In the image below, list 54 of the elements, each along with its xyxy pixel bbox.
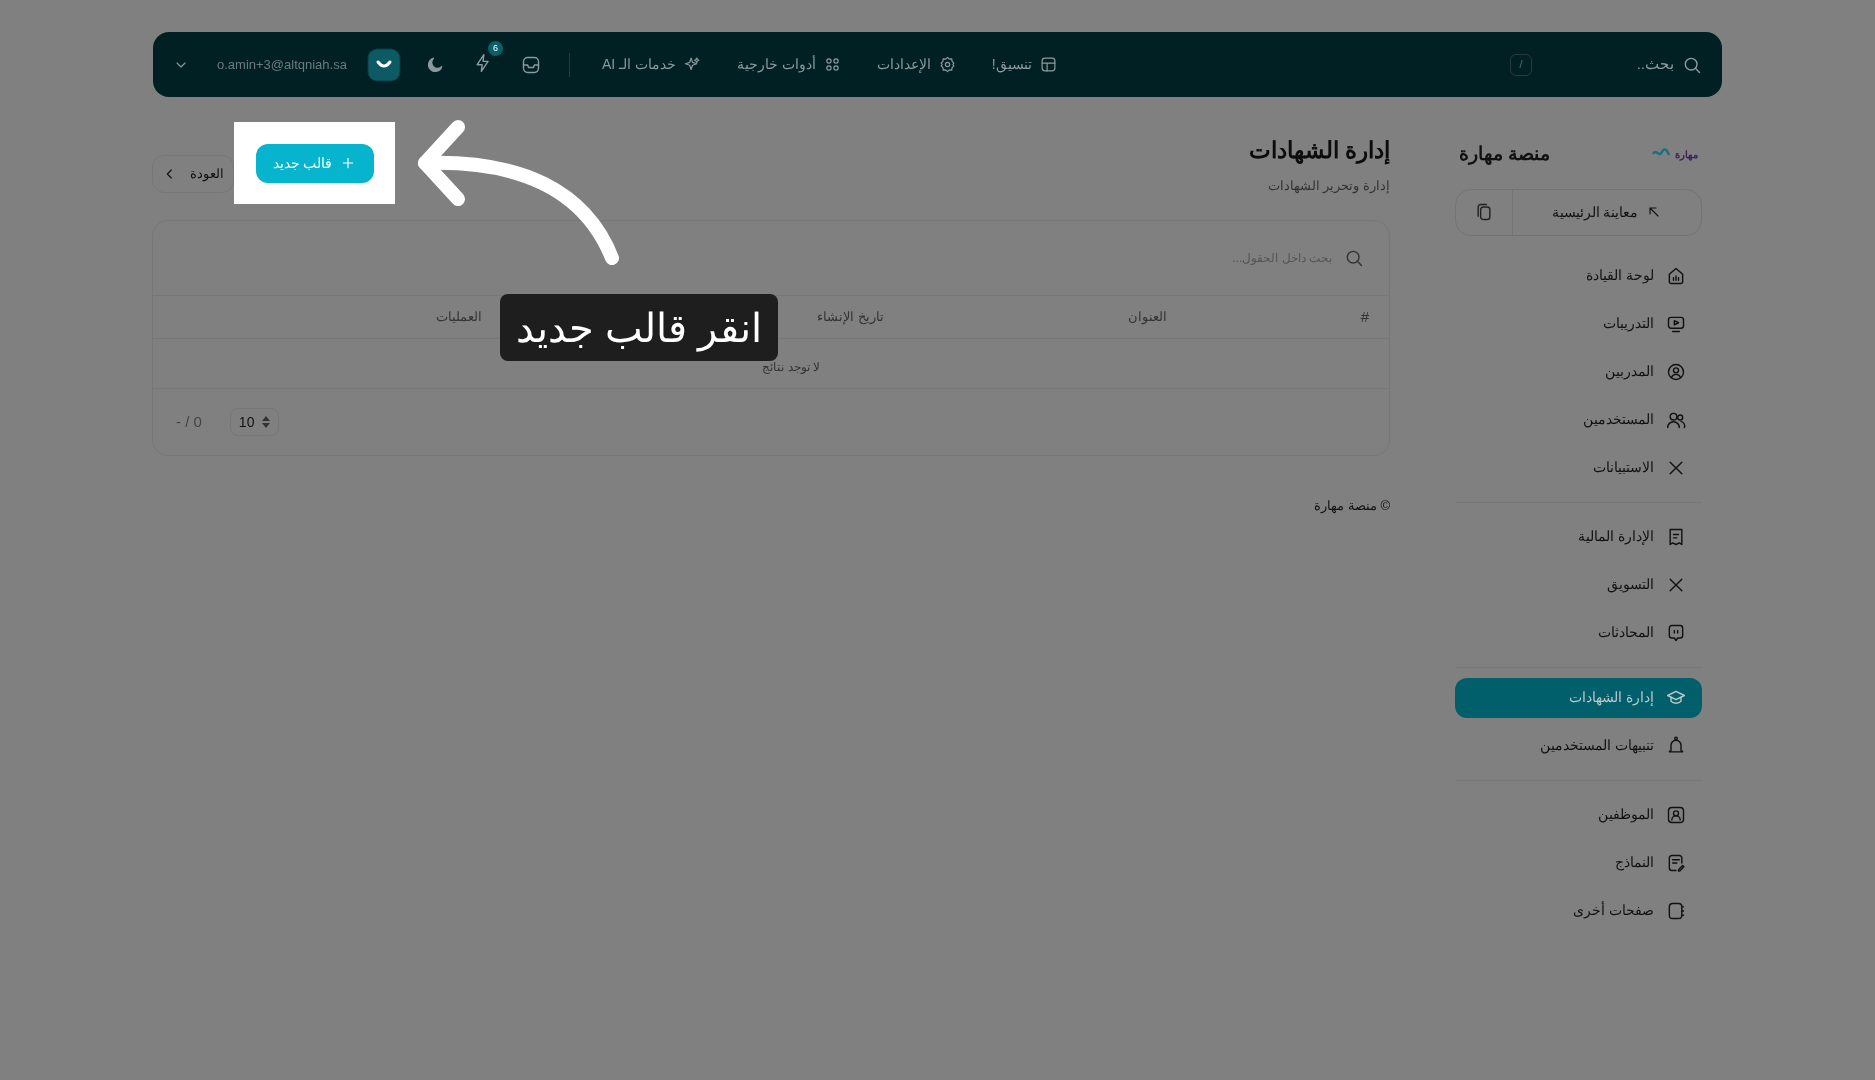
copy-icon [1474,202,1494,222]
nav-link[interactable]: الإعدادات [868,54,964,75]
new-template-button[interactable]: قالب جديد [255,143,374,183]
sidebar-item[interactable]: تنبيهات المستخدمين [1455,721,1702,770]
sparkle-icon [683,56,701,73]
sidebar-item[interactable]: التسويق [1455,560,1702,609]
user-email: o.amin+3@altqniah.sa [217,55,347,74]
settings-icon [938,56,956,73]
sidebar-item[interactable]: النماذج [1455,838,1702,887]
chat-icon [1666,622,1686,643]
chart-icon [1666,265,1686,286]
column-header: العمليات [435,308,482,327]
tutorial-callout: انقر قالب جديد [500,294,779,361]
column-header: # [1359,306,1369,327]
sidebar-item[interactable]: المدربين [1455,347,1702,396]
sidebar-item[interactable]: التدريبات [1455,299,1702,348]
page-size-select[interactable]: 10 [229,408,280,436]
receipt-icon [1666,526,1686,547]
page-subtitle: إدارة وتحرير الشهادات [1266,176,1390,195]
form-edit-icon [1666,852,1686,873]
sidebar-item[interactable]: صفحات أخرى [1455,886,1702,935]
search-icon [1344,248,1364,268]
sidebar-item[interactable]: الإدارة المالية [1455,512,1702,561]
logo: مهارة [1651,146,1698,163]
sidebar-item[interactable]: لوحة القيادة [1455,251,1702,300]
column-header: العنوان [1127,308,1167,327]
search-field[interactable]: بحث.. [1552,53,1702,76]
empty-message: لا توجد نتائج [761,359,820,376]
layout-icon [1039,56,1057,73]
search-placeholder: بحث.. [1636,54,1674,75]
column-header: تاريخ الإنشاء [816,308,884,327]
shortcut-key: / [1510,53,1532,76]
sidebar-item[interactable]: إدارة الشهادات [1455,677,1702,718]
page-title: إدارة الشهادات [1248,136,1390,167]
bell-icon [1666,735,1686,756]
brand-name: منصة مهارة [1459,142,1551,167]
inbox-icon [520,54,541,75]
sidebar-item[interactable]: الموظفين [1455,790,1702,839]
sidebar-item[interactable]: المحادثات [1455,608,1702,657]
nav-link[interactable]: خدمات الـ AI [593,54,709,75]
user-icon [1666,361,1686,382]
back-button[interactable]: العودة [152,155,234,193]
sidebar-item[interactable]: المستخدمين [1455,395,1702,444]
grid-icon [823,56,841,73]
nav-link[interactable]: أدوات خارجية [728,54,849,75]
nav-link[interactable]: تنسيق! [983,54,1065,75]
copyright-text: © منصة مهارة [1313,497,1390,516]
spinner-icon [262,416,271,428]
avatar-icon[interactable] [366,47,401,82]
pagination-info: - / 0 [176,411,202,432]
notebook-icon [1666,900,1686,921]
notification-badge: 6 [487,41,503,56]
sidebar-item[interactable]: الاستبيانات [1455,443,1702,492]
id-badge-icon [1666,804,1686,825]
